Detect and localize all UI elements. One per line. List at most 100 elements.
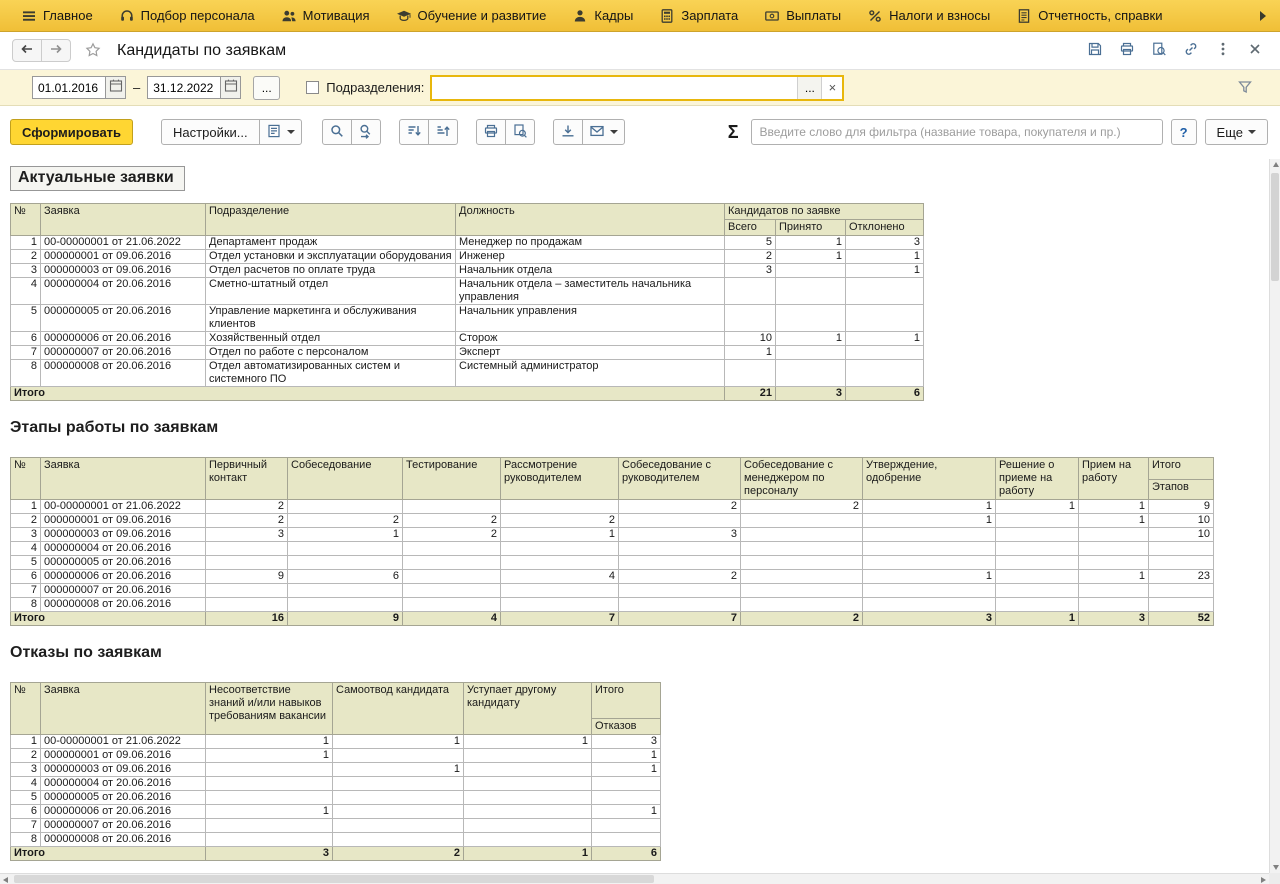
table-cell[interactable] — [464, 819, 592, 833]
table-cell[interactable]: 1 — [776, 332, 846, 346]
table-cell[interactable] — [288, 584, 403, 598]
table-cell[interactable]: 000000005 от 20.06.2016 — [41, 791, 206, 805]
table-cell[interactable]: 7 — [11, 584, 41, 598]
table-cell[interactable] — [333, 805, 464, 819]
autosum-sigma-button[interactable]: Σ — [716, 122, 751, 143]
period-options-button[interactable]: ... — [253, 76, 280, 100]
table-cell[interactable]: 2 — [725, 250, 776, 264]
save-button[interactable] — [1082, 38, 1108, 64]
vertical-scrollbar[interactable] — [1269, 159, 1280, 873]
departments-choose-button[interactable]: ... — [797, 77, 821, 99]
total-cell[interactable]: 9 — [288, 612, 403, 626]
total-cell[interactable]: 2 — [741, 612, 863, 626]
table-cell[interactable]: 4 — [11, 278, 41, 305]
table-cell[interactable]: 5 — [11, 791, 41, 805]
table-cell[interactable]: 23 — [1149, 570, 1214, 584]
total-cell[interactable]: 6 — [846, 387, 924, 401]
table-cell[interactable] — [464, 791, 592, 805]
table-cell[interactable]: 000000006 от 20.06.2016 — [41, 332, 206, 346]
table-cell[interactable] — [592, 819, 661, 833]
total-cell[interactable]: 3 — [863, 612, 996, 626]
settings-button[interactable]: Настройки... — [161, 119, 260, 145]
table-cell[interactable]: 00-00000001 от 21.06.2022 — [41, 735, 206, 749]
table-cell[interactable]: 2 — [206, 514, 288, 528]
sort-desc-button[interactable] — [428, 119, 458, 145]
table-cell[interactable] — [206, 598, 288, 612]
horizontal-scroll-thumb[interactable] — [14, 875, 654, 883]
table-cell[interactable]: Системный администратор — [456, 360, 725, 387]
table-cell[interactable]: 10 — [1149, 514, 1214, 528]
favorite-star-icon[interactable] — [85, 42, 103, 60]
table-cell[interactable]: 2 — [206, 500, 288, 514]
table-cell[interactable] — [741, 570, 863, 584]
table-cell[interactable] — [996, 528, 1079, 542]
table-cell[interactable] — [996, 584, 1079, 598]
table-cell[interactable]: 2 — [11, 250, 41, 264]
table-cell[interactable]: 1 — [11, 236, 41, 250]
table-cell[interactable]: 5 — [11, 305, 41, 332]
table-cell[interactable] — [741, 598, 863, 612]
mail-button[interactable] — [582, 119, 625, 145]
table-cell[interactable] — [776, 278, 846, 305]
table-cell[interactable]: Управление маркетинга и обслуживания кли… — [206, 305, 456, 332]
table-cell[interactable]: 10 — [725, 332, 776, 346]
total-cell[interactable]: 7 — [619, 612, 741, 626]
period-from-input[interactable] — [32, 76, 106, 99]
table-cell[interactable] — [725, 278, 776, 305]
table-cell[interactable] — [333, 791, 464, 805]
table-cell[interactable] — [725, 360, 776, 387]
table-cell[interactable] — [1079, 542, 1149, 556]
table-cell[interactable]: 1 — [592, 749, 661, 763]
table-cell[interactable] — [464, 749, 592, 763]
table-cell[interactable]: 2 — [741, 500, 863, 514]
back-button[interactable] — [12, 39, 42, 62]
table-cell[interactable] — [288, 500, 403, 514]
table-cell[interactable] — [333, 833, 464, 847]
table-cell[interactable] — [206, 819, 333, 833]
print-preview-button[interactable] — [505, 119, 535, 145]
table-cell[interactable]: 000000005 от 20.06.2016 — [41, 305, 206, 332]
table-cell[interactable]: 1 — [592, 763, 661, 777]
table-cell[interactable]: 1 — [11, 735, 41, 749]
table-cell[interactable] — [206, 542, 288, 556]
table-cell[interactable] — [288, 542, 403, 556]
menu-item-motivation[interactable]: Мотивация — [268, 0, 383, 32]
total-cell[interactable]: 3 — [1079, 612, 1149, 626]
menu-item-hr[interactable]: Кадры — [559, 0, 646, 32]
table-cell[interactable] — [592, 791, 661, 805]
table-cell[interactable] — [996, 598, 1079, 612]
table-cell[interactable]: 000000005 от 20.06.2016 — [41, 556, 206, 570]
table-cell[interactable]: 2 — [501, 514, 619, 528]
total-cell[interactable]: 1 — [996, 612, 1079, 626]
table-cell[interactable]: 000000003 от 09.06.2016 — [41, 763, 206, 777]
table-cell[interactable]: 3 — [846, 236, 924, 250]
more-button[interactable]: Еще — [1205, 119, 1268, 145]
table-cell[interactable] — [501, 556, 619, 570]
table-cell[interactable] — [403, 598, 501, 612]
table-cell[interactable] — [996, 570, 1079, 584]
table-cell[interactable]: 9 — [206, 570, 288, 584]
table-cell[interactable]: 5 — [725, 236, 776, 250]
table-cell[interactable]: 8 — [11, 360, 41, 387]
table-cell[interactable] — [403, 542, 501, 556]
total-label[interactable]: Итого — [11, 847, 206, 861]
scroll-left-arrow-icon[interactable] — [0, 874, 11, 884]
table-cell[interactable]: Менеджер по продажам — [456, 236, 725, 250]
table-cell[interactable]: 7 — [11, 346, 41, 360]
table-cell[interactable] — [206, 777, 333, 791]
period-to-calendar-button[interactable] — [221, 76, 241, 99]
help-button[interactable]: ? — [1171, 119, 1197, 145]
report-variants-button[interactable] — [259, 119, 302, 145]
table-cell[interactable]: 7 — [11, 819, 41, 833]
table-cell[interactable] — [1149, 542, 1214, 556]
table-cell[interactable]: 3 — [11, 763, 41, 777]
table-cell[interactable]: Хозяйственный отдел — [206, 332, 456, 346]
filter-funnel-icon[interactable] — [1237, 79, 1254, 96]
table-cell[interactable]: Отдел по работе с персоналом — [206, 346, 456, 360]
table-cell[interactable] — [403, 570, 501, 584]
table-cell[interactable]: 5 — [11, 556, 41, 570]
horizontal-scrollbar[interactable] — [0, 873, 1269, 884]
table-cell[interactable] — [206, 584, 288, 598]
table-cell[interactable]: 000000006 от 20.06.2016 — [41, 805, 206, 819]
menu-item-recruiting[interactable]: Подбор персонала — [106, 0, 268, 32]
